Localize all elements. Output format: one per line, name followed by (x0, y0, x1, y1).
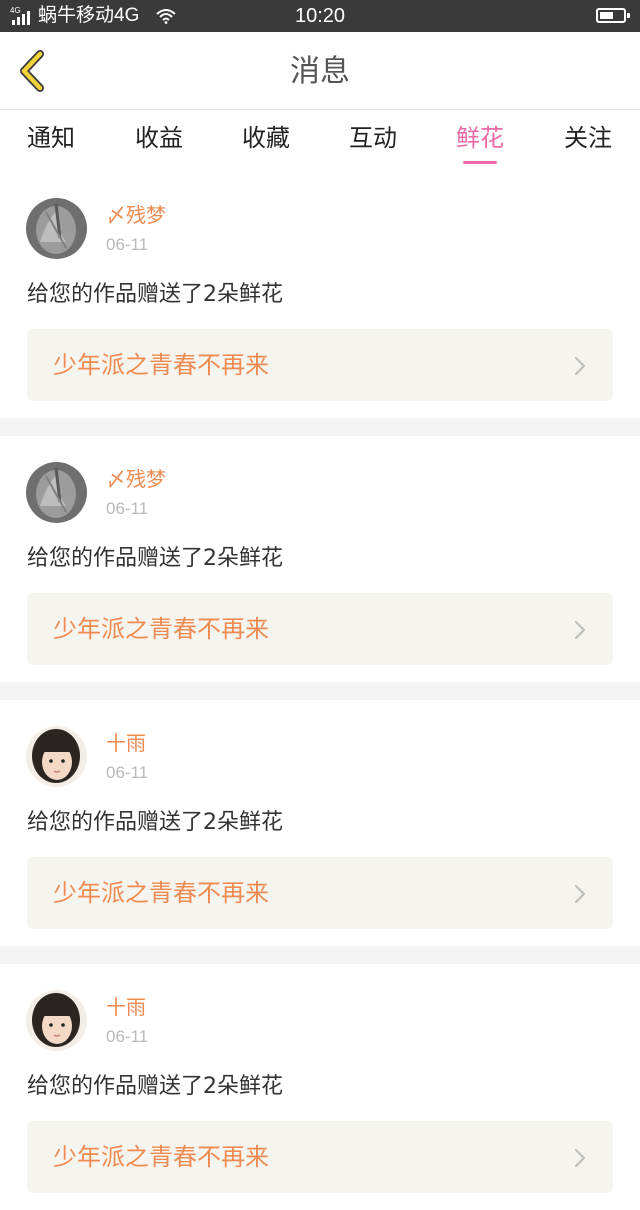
tab-favorites[interactable]: 收藏 (221, 122, 311, 154)
message-card: 〆残梦 06-11 给您的作品赠送了2朵鲜花 少年派之青春不再来 (0, 172, 640, 418)
clock: 10:20 (294, 5, 346, 27)
avatar[interactable] (26, 990, 87, 1051)
message-text: 给您的作品赠送了2朵鲜花 (27, 546, 283, 571)
chevron-right-icon (574, 884, 586, 904)
tab-label: 鲜花 (456, 124, 504, 152)
work-title: 少年派之青春不再来 (53, 351, 269, 379)
tab-interactions[interactable]: 互动 (328, 122, 418, 154)
message-date: 06-11 (106, 763, 149, 782)
category-tabs: 通知 收益 收藏 互动 鲜花 关注 (0, 110, 640, 172)
tab-flowers[interactable]: 鲜花 (435, 122, 525, 164)
work-link[interactable]: 少年派之青春不再来 (27, 329, 613, 401)
tab-label: 关注 (564, 124, 612, 152)
card-divider (0, 418, 640, 436)
flower-message-list: 〆残梦 06-11 给您的作品赠送了2朵鲜花 少年派之青春不再来 〆残梦 06-… (0, 172, 640, 1210)
tab-earnings[interactable]: 收益 (114, 122, 204, 154)
sender-name[interactable]: 十雨 (106, 994, 146, 1020)
message-text: 给您的作品赠送了2朵鲜花 (27, 1074, 283, 1099)
work-title: 少年派之青春不再来 (53, 1143, 269, 1171)
work-title: 少年派之青春不再来 (53, 879, 269, 907)
card-divider (0, 946, 640, 964)
message-date: 06-11 (106, 235, 149, 254)
work-title: 少年派之青春不再来 (53, 615, 269, 643)
work-link[interactable]: 少年派之青春不再来 (27, 857, 613, 929)
sender-name[interactable]: 〆残梦 (106, 202, 166, 228)
chevron-right-icon (574, 1148, 586, 1168)
message-date: 06-11 (106, 1027, 149, 1046)
tab-notifications[interactable]: 通知 (6, 122, 96, 154)
battery-icon (596, 8, 630, 23)
sender-name[interactable]: 〆残梦 (106, 466, 166, 492)
work-link[interactable]: 少年派之青春不再来 (27, 593, 613, 665)
avatar[interactable] (26, 462, 87, 523)
message-text: 给您的作品赠送了2朵鲜花 (27, 810, 283, 835)
chevron-right-icon (574, 356, 586, 376)
tab-following[interactable]: 关注 (543, 122, 633, 154)
card-divider (0, 682, 640, 700)
avatar[interactable] (26, 726, 87, 787)
active-tab-indicator (463, 161, 497, 164)
page-title: 消息 (290, 54, 350, 89)
tab-label: 收益 (135, 124, 183, 152)
tab-label: 互动 (349, 124, 397, 152)
sender-name[interactable]: 十雨 (106, 730, 146, 756)
message-card: 〆残梦 06-11 给您的作品赠送了2朵鲜花 少年派之青春不再来 (0, 436, 640, 682)
message-text: 给您的作品赠送了2朵鲜花 (27, 282, 283, 307)
nav-header: 消息 (0, 32, 640, 110)
message-date: 06-11 (106, 499, 149, 518)
avatar[interactable] (26, 198, 87, 259)
message-card: 十雨 06-11 给您的作品赠送了2朵鲜花 少年派之青春不再来 (0, 964, 640, 1210)
status-bar: 4G 蜗牛移动4G 10:20 (0, 0, 640, 32)
message-card: 十雨 06-11 给您的作品赠送了2朵鲜花 少年派之青春不再来 (0, 700, 640, 946)
chevron-right-icon (574, 620, 586, 640)
tab-label: 收藏 (242, 124, 290, 152)
tab-label: 通知 (27, 124, 75, 152)
work-link[interactable]: 少年派之青春不再来 (27, 1121, 613, 1193)
